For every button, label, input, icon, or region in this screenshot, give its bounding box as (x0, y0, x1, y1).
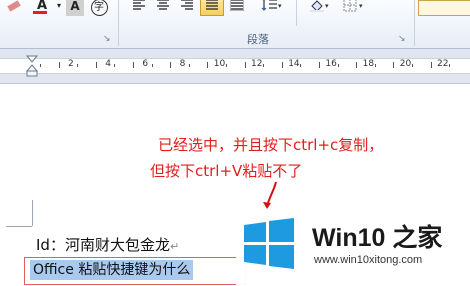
ruler-tick (412, 64, 413, 67)
ruler-tick (170, 62, 172, 68)
ruler-tick (300, 64, 302, 67)
ruler-number: 2 (68, 59, 74, 69)
ruler-tick (77, 64, 79, 67)
annotation-arrow-icon (263, 181, 277, 209)
ruler-tick (40, 64, 41, 67)
ruler-number: 10 (213, 59, 226, 69)
ruler-tick (374, 64, 376, 67)
ruler-number: 18 (362, 59, 375, 69)
ruler-tick (319, 62, 320, 68)
windows-logo-icon (244, 218, 294, 269)
ruler-tick (449, 64, 451, 67)
selected-text[interactable]: Office 粘贴快捷键为什么 (30, 260, 194, 280)
ruler-tick (95, 62, 97, 68)
margin-corner-mark (32, 200, 33, 226)
ruler-tick (244, 62, 246, 68)
ruler-tick (393, 62, 395, 68)
ruler-tick (58, 62, 60, 68)
ruler-marks: 2 4 6 8 10 12 14 16 18 20 22 (0, 0, 470, 84)
annotation-line-2: 但按下ctrl+V粘贴不了 (150, 162, 303, 180)
ruler-number: 8 (179, 59, 186, 69)
paragraph-mark: ↵ (169, 240, 180, 253)
ruler-number: 16 (325, 59, 337, 69)
ruler-number: 22 (437, 59, 449, 69)
watermark-brand: Win10 之家 (312, 224, 443, 252)
ruler-number: 14 (288, 59, 300, 69)
ruler-tick (281, 62, 283, 68)
indent-marker-icon (25, 55, 39, 77)
ruler-tick (151, 64, 153, 67)
ruler-tick (226, 64, 227, 67)
margin-corner-mark (6, 226, 32, 227)
ruler-number: 4 (105, 59, 111, 69)
ruler-number: 6 (142, 59, 149, 69)
ruler-number: 12 (251, 59, 263, 69)
watermark-panel: Win10 之家 www.win10xitong.com (236, 209, 470, 286)
ruler-tick (356, 62, 358, 68)
ruler-tick (430, 62, 432, 68)
annotation-line-1: 已经选中，并且按下ctrl+c复制， (158, 136, 384, 154)
ruler-tick (337, 64, 339, 67)
watermark-url: www.win10xitong.com (314, 254, 423, 266)
id-line-text: Id：河南财大包金龙 (36, 236, 170, 254)
ruler-number: 20 (399, 59, 412, 69)
ruler-tick (133, 62, 134, 68)
indent-marker[interactable] (25, 55, 39, 77)
ruler-tick (188, 64, 190, 67)
id-line: Id：河南财大包金龙↵ (36, 234, 179, 255)
ruler-tick (114, 64, 116, 67)
ruler-tick (207, 62, 209, 68)
ruler-tick (263, 64, 265, 67)
